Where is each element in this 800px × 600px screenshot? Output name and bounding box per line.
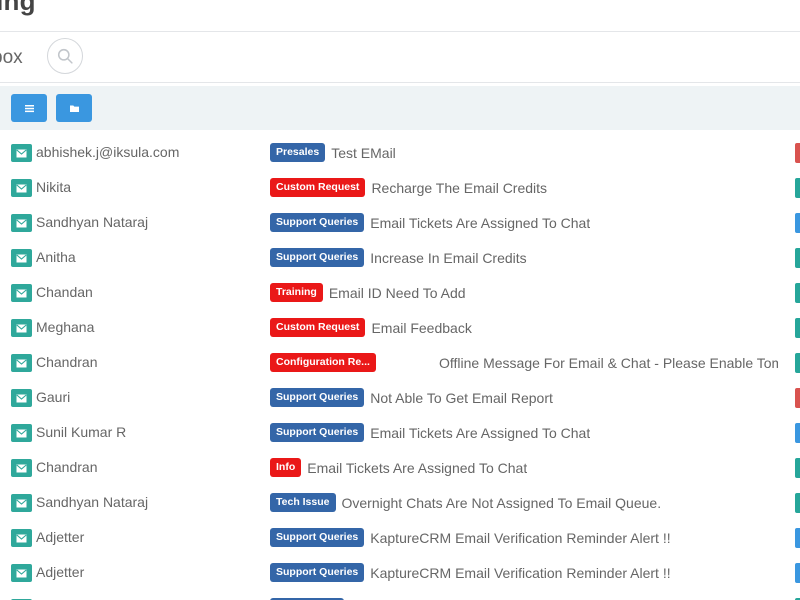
list-item[interactable]: Sunil Kumar R Support Queries Email Ticket…: [0, 415, 800, 450]
sender-name[interactable]: Sunil Kumar R: [36, 424, 126, 440]
subject-link[interactable]: Email Tickets Are Assigned To Chat: [370, 425, 590, 441]
mail-icon: [11, 284, 32, 302]
sender-name[interactable]: Gauri: [36, 389, 70, 405]
category-tag: Custom Request: [270, 178, 366, 197]
row-action-button[interactable]: [795, 458, 800, 478]
list-item[interactable]: Nikita Custom Request Recharge The Email C…: [0, 170, 800, 205]
row-action-button[interactable]: [795, 283, 800, 303]
mail-icon: [11, 424, 32, 442]
list-item[interactable]: Chandan Training Email ID Need To Add: [0, 275, 800, 310]
list-item[interactable]: Gauri Support Queries Not Able To Get Emai…: [0, 380, 800, 415]
row-action-button[interactable]: [795, 423, 800, 443]
category-tag: Tech Issue: [270, 493, 336, 512]
category-tag: Support Queries: [270, 213, 365, 232]
list-item[interactable]: Adjetter Support Queries KaptureCRM Email …: [0, 555, 800, 590]
search-button[interactable]: [47, 38, 83, 74]
sender-name[interactable]: Adjetter: [36, 529, 84, 545]
list-icon: [24, 104, 34, 112]
folder-icon: [69, 105, 79, 112]
page-title: ding: [0, 0, 36, 16]
category-tag: Custom Request: [270, 318, 366, 337]
sender-name[interactable]: Nikita: [36, 179, 71, 195]
list-item[interactable]: Sandhyan Nataraj Tech Issue Overnight Chat…: [0, 485, 800, 520]
mail-icon: [11, 144, 32, 162]
list-item[interactable]: Meghana Custom Request Email Feedback: [0, 310, 800, 345]
mail-icon: [11, 354, 32, 372]
subject-link[interactable]: Email Tickets Are Assigned To Chat: [307, 460, 527, 476]
category-tag: Training: [270, 283, 323, 302]
sender-name[interactable]: Anitha: [36, 249, 76, 265]
mail-icon: [11, 214, 32, 232]
list-item[interactable]: Sandhyan Nataraj Support Queries Email Tic…: [0, 205, 800, 240]
category-tag: Support Queries: [270, 388, 365, 407]
subject-link[interactable]: Test EMail: [331, 145, 396, 161]
subject-link[interactable]: KaptureCRM Email Verification Reminder A…: [370, 530, 670, 546]
subject-link[interactable]: Increase In Email Credits: [370, 250, 526, 266]
sender-name[interactable]: Chandran: [36, 459, 98, 475]
sender-name[interactable]: Meghana: [36, 319, 94, 335]
row-action-button[interactable]: [795, 318, 800, 338]
mail-icon: [11, 529, 32, 547]
category-tag: Configuration Re...: [270, 353, 376, 372]
category-tag: Support Queries: [270, 423, 365, 442]
category-tag: Info: [270, 458, 302, 477]
row-action-button[interactable]: [795, 143, 800, 163]
sender-name[interactable]: Sandhyan Nataraj: [36, 494, 148, 510]
row-action-button[interactable]: [795, 388, 800, 408]
mail-icon: [11, 249, 32, 267]
row-action-button[interactable]: [795, 248, 800, 268]
subject-link[interactable]: Overnight Chats Are Not Assigned To Emai…: [342, 495, 662, 511]
row-action-button[interactable]: [795, 493, 800, 513]
sender-name[interactable]: abhishek.j@iksula.com: [36, 144, 179, 160]
subject-link[interactable]: KaptureCRM Email Verification Reminder A…: [370, 565, 670, 581]
sender-name[interactable]: Adjetter: [36, 564, 84, 580]
subject-link[interactable]: Offline Message For Email & Chat - Pleas…: [439, 355, 778, 371]
mail-icon: [11, 459, 32, 477]
sender-name[interactable]: Chandan: [36, 284, 93, 300]
header-divider: [0, 31, 800, 32]
search-icon: [57, 48, 73, 64]
row-action-button[interactable]: [795, 563, 800, 583]
list-item[interactable]: Anitha Support Queries Increase In Email C…: [0, 240, 800, 275]
toolbar: [0, 86, 800, 130]
category-tag: Support Queries: [270, 248, 365, 267]
list-view-button[interactable]: [11, 94, 47, 122]
sender-name[interactable]: Sandhyan Nataraj: [36, 214, 148, 230]
folder-button[interactable]: [56, 94, 92, 122]
list-item[interactable]: Chandran Info Email Tickets Are Assigned T…: [0, 450, 800, 485]
mail-icon: [11, 564, 32, 582]
category-tag: Support Queries: [270, 563, 365, 582]
subject-link[interactable]: Email Tickets Are Assigned To Chat: [370, 215, 590, 231]
search-divider: [0, 82, 800, 83]
subject-link[interactable]: Email ID Need To Add: [329, 285, 466, 301]
list-item[interactable]: [0, 590, 800, 600]
subject-link[interactable]: Recharge The Email Credits: [371, 180, 547, 196]
mail-icon: [11, 179, 32, 197]
category-tag: Presales: [270, 143, 326, 162]
list-item[interactable]: Chandran Configuration Re... Offline Messa…: [0, 345, 800, 380]
mail-icon: [11, 389, 32, 407]
row-action-button[interactable]: [795, 213, 800, 233]
row-action-button[interactable]: [795, 528, 800, 548]
mail-icon: [11, 494, 32, 512]
sender-name[interactable]: Chandran: [36, 354, 98, 370]
row-action-button[interactable]: [795, 353, 800, 373]
list-item[interactable]: Adjetter Support Queries KaptureCRM Email …: [0, 520, 800, 555]
row-action-button[interactable]: [795, 178, 800, 198]
list-item[interactable]: abhishek.j@iksula.com Presales Test EMail: [0, 135, 800, 170]
subject-link[interactable]: Email Feedback: [371, 320, 471, 336]
subject-link[interactable]: Not Able To Get Email Report: [370, 390, 553, 406]
ticket-list: abhishek.j@iksula.com Presales Test EMail N…: [0, 135, 800, 600]
mail-icon: [11, 319, 32, 337]
category-tag: Support Queries: [270, 528, 365, 547]
search-label: box: [0, 47, 23, 68]
